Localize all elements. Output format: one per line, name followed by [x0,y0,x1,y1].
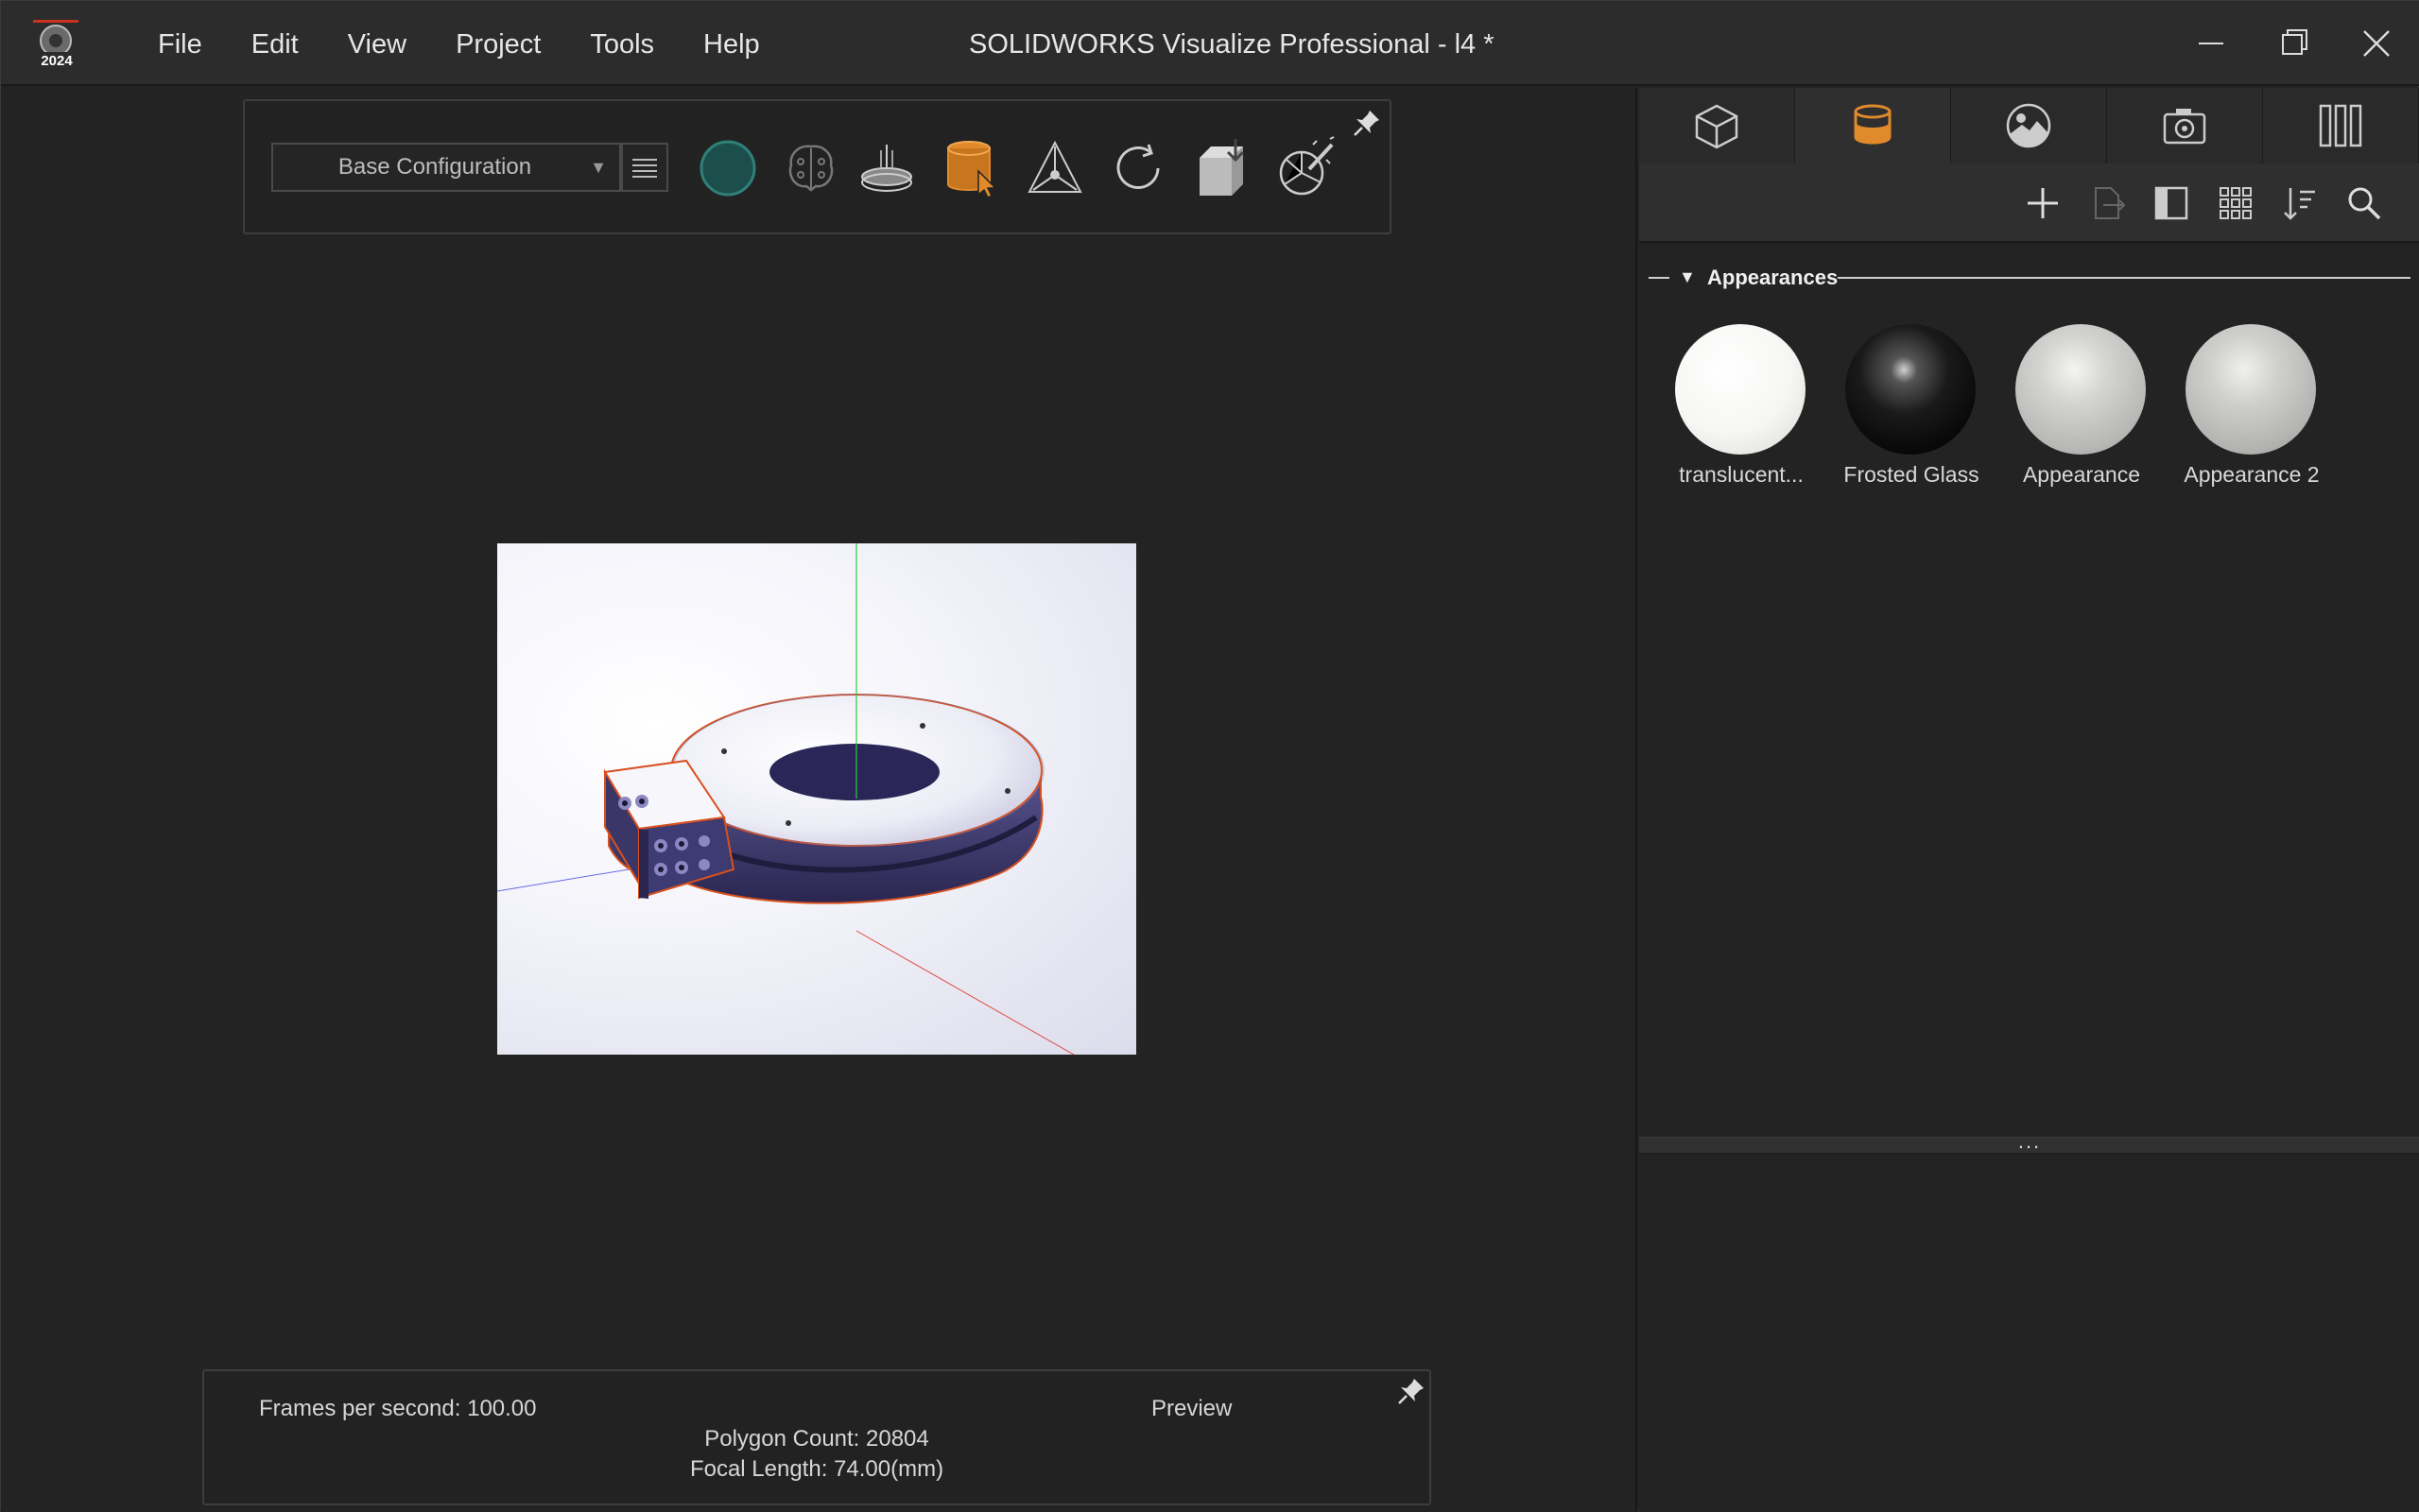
menu-view[interactable]: View [323,26,431,64]
import-model-button[interactable] [1190,135,1256,201]
export-appearance-button[interactable] [2086,182,2128,224]
import-model-icon [1200,139,1245,196]
header-rule [1838,277,2410,279]
camera-edit-icon [1279,136,1335,196]
configuration-dropdown[interactable]: Base Configuration ▼ [271,143,621,192]
render-mode-label: Preview [1151,1396,1233,1421]
tab-appearances[interactable] [1795,88,1951,163]
export-file-icon [2095,187,2126,219]
section-title: Appearances [1707,266,1839,289]
appearance-grid: translucent... Frosted Glass Appearance … [1656,324,2403,494]
search-button[interactable] [2343,182,2385,224]
restore-icon [2282,29,2307,55]
properties-area [1639,1154,2419,1512]
app-logo: 2024 [29,20,82,69]
panel-splitter[interactable]: ... [1639,1131,2419,1154]
object-tool-icon [1028,140,1082,193]
pin-icon [1398,1379,1424,1404]
pin-icon [1354,111,1379,136]
appearance-thumbnail [1845,324,1976,455]
menu-tools[interactable]: Tools [565,26,679,64]
cube-icon [1695,104,1738,149]
title-bar: 2024 File Edit View Project Tools Help S… [1,1,2419,86]
sort-button[interactable] [2279,182,2321,224]
refresh-icon [1116,144,1160,189]
camera-icon [2163,109,2206,145]
palette-tabs [1639,88,2419,163]
turntable-icon [861,145,912,192]
pin-status-button[interactable] [1395,1375,1427,1407]
polygon-count: Polygon Count: 20804 [704,1426,929,1452]
minimize-icon [2199,43,2223,44]
camera-edit-button[interactable] [1273,135,1339,201]
svg-text:2024: 2024 [41,53,73,69]
grid-icon [2220,187,2252,219]
header-rule [1649,277,1669,279]
menu-bar: File Edit View Project Tools Help [133,26,785,64]
appearance-item-translucent[interactable]: translucent... [1656,324,1817,494]
application-window: 2024 File Edit View Project Tools Help S… [0,0,2419,1512]
appearance-label: translucent... [1679,462,1804,487]
appearance-thumbnail [2186,324,2316,455]
menu-help[interactable]: Help [679,26,785,64]
split-panel-icon [2154,186,2188,220]
viewport[interactable]: Base Configuration ▼ Frames per second: … [1,88,1637,1512]
menu-file[interactable]: File [133,26,227,64]
focal-length: Focal Length: 74.00(mm) [689,1456,944,1482]
plus-icon [2028,188,2058,218]
appearance-label: Appearance [2022,462,2141,487]
appearance-label: Appearance 2 [2184,462,2320,487]
sort-icon [2284,188,2315,220]
window-title: SOLIDWORKS Visualize Professional - l4 * [969,29,1495,60]
ai-denoiser-button[interactable] [778,135,844,201]
close-button[interactable] [2353,22,2400,65]
menu-edit[interactable]: Edit [227,26,323,64]
chevron-down-icon: ▼ [590,157,607,177]
restore-button[interactable] [2270,22,2317,65]
add-appearance-button[interactable] [2022,182,2064,224]
appearance-item-appearance-2[interactable]: Appearance 2 [2167,324,2327,494]
status-panel: Frames per second: 100.00 Preview Polygo… [202,1369,1431,1505]
appearance-picker-button[interactable] [939,135,1005,201]
tab-libraries[interactable] [2263,88,2419,163]
brain-icon [788,145,834,192]
appearance-thumbnail [2015,324,2146,455]
configuration-list-button[interactable] [621,143,668,192]
pin-toolbar-button[interactable] [1351,107,1383,139]
split-view-button[interactable] [2151,182,2192,224]
main-toolbar: Base Configuration ▼ [243,99,1391,234]
collapse-triangle-icon[interactable]: ▼ [1679,267,1696,287]
turntable-button[interactable] [854,135,920,201]
tab-models[interactable] [1639,88,1795,163]
minimize-button[interactable] [2187,22,2235,65]
scene-icon [2006,103,2051,148]
grid-view-button[interactable] [2215,182,2256,224]
appearance-label: Frosted Glass [1843,462,1979,487]
appearances-section-header[interactable]: ▼ Appearances [1649,264,2410,292]
appearance-picker-icon [947,141,997,199]
render-mode-icon [700,140,756,197]
object-tool-button[interactable] [1022,135,1088,201]
tab-scenes[interactable] [1951,88,2107,163]
configuration-value: Base Configuration [337,154,532,180]
menu-project[interactable]: Project [431,26,565,64]
paint-can-icon [1854,104,1892,145]
library-icon [2319,104,2362,147]
fps-readout: Frames per second: 100.00 [259,1396,537,1421]
tab-cameras[interactable] [2107,88,2263,163]
appearance-toolbar [1639,163,2419,243]
refresh-button[interactable] [1105,135,1171,201]
render-view[interactable] [497,543,1136,1055]
appearance-item-appearance[interactable]: Appearance [1996,324,2157,494]
render-mode-button[interactable] [695,135,761,201]
close-icon [2363,30,2390,57]
appearance-thumbnail [1675,324,1806,455]
palette-panel: ▼ Appearances translucent... Frosted Gla… [1639,88,2419,1512]
model-render [497,543,1075,1055]
search-icon [2348,187,2381,220]
list-icon [632,159,657,178]
appearance-item-frosted-glass[interactable]: Frosted Glass [1826,324,1987,494]
